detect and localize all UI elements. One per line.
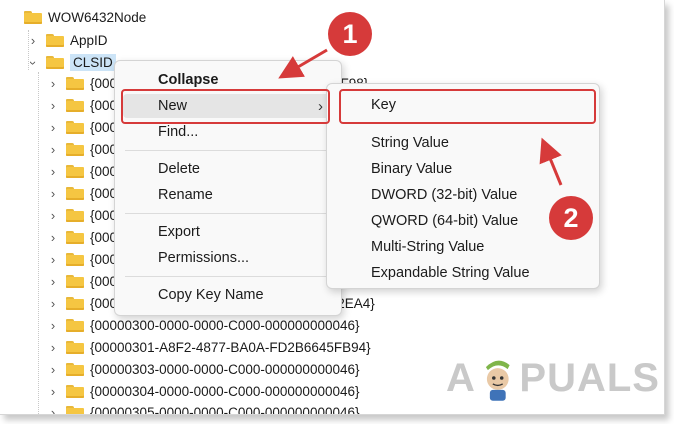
arrow-step-1 <box>278 48 328 79</box>
arrow-step-2 <box>539 137 563 186</box>
step-2-number: 2 <box>563 202 579 233</box>
step-1-number: 1 <box>342 18 358 49</box>
step-2-badge: 2 <box>549 196 593 240</box>
registry-editor-tree-pane: WOW6432Node › AppID › CLSID › {000 397F9… <box>0 0 665 415</box>
step-1-badge: 1 <box>328 12 372 56</box>
